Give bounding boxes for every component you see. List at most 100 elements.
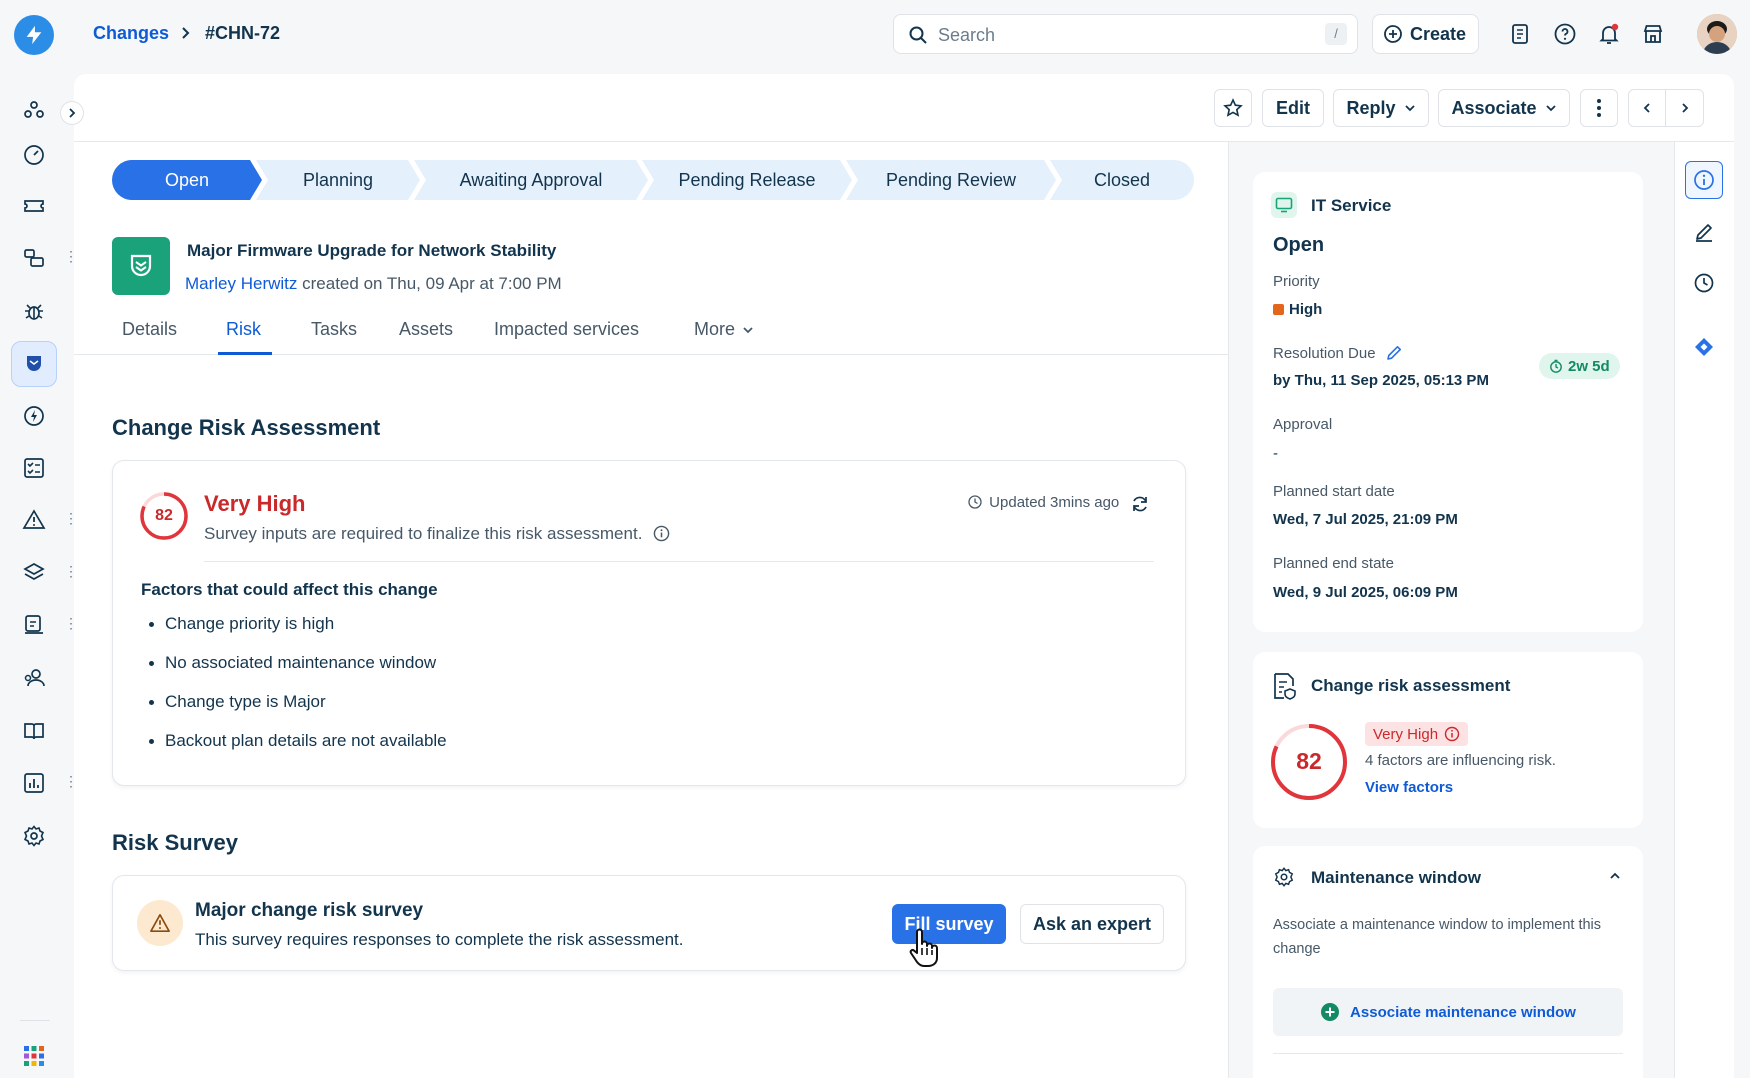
sidebar-item-knowledge[interactable] <box>14 711 54 751</box>
sidebar-item-dashboard[interactable] <box>14 135 54 175</box>
stage-pending-release[interactable]: Pending Release <box>642 160 852 200</box>
refresh-icon[interactable] <box>1130 494 1150 514</box>
sidebar-item-tasks[interactable] <box>14 448 54 488</box>
sidebar-item-requests[interactable] <box>14 238 54 278</box>
notes-button[interactable] <box>1685 213 1723 251</box>
dashboard-gauge-icon <box>24 145 44 165</box>
more-actions-button[interactable] <box>1580 89 1618 127</box>
sidebar-item-problems[interactable] <box>14 291 54 331</box>
sidebar-item-settings[interactable] <box>14 816 54 856</box>
sidebar-expand-button[interactable] <box>60 101 84 125</box>
search-input[interactable]: Search / <box>893 14 1358 54</box>
ticket-content: Open Planning Awaiting Approval Pending … <box>74 142 1228 1078</box>
ticket-list-icon[interactable] <box>1509 22 1533 46</box>
timer-icon <box>1550 359 1562 373</box>
list-item: Change priority is high <box>149 614 447 653</box>
main-panel: Edit Reply Associate Open Planning Await… <box>74 74 1748 1078</box>
end-date-value: Wed, 9 Jul 2025, 06:09 PM <box>1273 584 1458 601</box>
tab-impacted-services[interactable]: Impacted services <box>494 319 639 340</box>
view-factors-link[interactable]: View factors <box>1365 779 1453 796</box>
list-item: Change type is Major <box>149 692 447 731</box>
properties-panel: IT Service Open Priority High Resolution… <box>1228 142 1748 1078</box>
risk-level-badge-text: Very High <box>1373 725 1439 743</box>
tab-risk[interactable]: Risk <box>226 319 261 340</box>
next-ticket-button[interactable] <box>1666 90 1703 126</box>
stage-open[interactable]: Open <box>112 160 262 200</box>
gear-icon <box>23 825 45 847</box>
ticket-toolbar: Edit Reply Associate <box>74 74 1734 142</box>
edit-button[interactable]: Edit <box>1262 89 1324 127</box>
created-text: created on Thu, 09 Apr at 7:00 PM <box>302 274 562 293</box>
bug-icon <box>25 304 43 320</box>
ask-expert-button[interactable]: Ask an expert <box>1020 904 1164 944</box>
risk-factors-count: 4 factors are influencing risk. <box>1365 752 1556 769</box>
factors-heading: Factors that could affect this change <box>141 580 438 599</box>
notification-bell-icon[interactable] <box>1597 22 1621 46</box>
tab-assets[interactable]: Assets <box>399 319 453 340</box>
marketplace-store-icon[interactable] <box>1641 22 1665 46</box>
sidebar-item-tickets[interactable] <box>14 186 54 226</box>
author-link[interactable]: Marley Herwitz <box>185 274 297 293</box>
activity-history-button[interactable] <box>1685 264 1723 302</box>
start-date-label: Planned start date <box>1273 483 1395 500</box>
sidebar-item-releases[interactable] <box>14 396 54 436</box>
pencil-icon <box>1696 224 1712 242</box>
tab-more[interactable]: More <box>694 319 754 340</box>
properties-card: IT Service Open Priority High Resolution… <box>1253 172 1643 632</box>
survey-subtitle: This survey requires responses to comple… <box>195 930 684 949</box>
app-switcher-grid-icon[interactable] <box>14 1036 54 1076</box>
breadcrumb-changes-link[interactable]: Changes <box>93 23 169 44</box>
associate-maintenance-button[interactable]: Associate maintenance window <box>1273 988 1623 1036</box>
stage-closed[interactable]: Closed <box>1050 160 1194 200</box>
favorite-button[interactable] <box>1214 89 1252 127</box>
sidebar-item-contracts[interactable] <box>14 605 54 645</box>
help-icon[interactable] <box>1553 22 1577 46</box>
plus-circle-icon <box>1384 25 1402 43</box>
sidebar-item-reports[interactable] <box>14 763 54 803</box>
checklist-icon <box>24 458 44 478</box>
divider <box>204 561 1154 562</box>
factors-list: Change priority is high No associated ma… <box>149 614 447 770</box>
tab-tasks[interactable]: Tasks <box>311 319 357 340</box>
analytics-icon <box>24 773 44 793</box>
details-info-button[interactable] <box>1685 161 1723 199</box>
sidebar-item-alerts[interactable] <box>14 500 54 540</box>
risk-subtitle-text: Survey inputs are required to finalize t… <box>204 524 643 543</box>
maintenance-description: Associate a maintenance window to implem… <box>1273 917 1602 957</box>
sidebar-item-users[interactable] <box>14 658 54 698</box>
service-name: IT Service <box>1311 196 1392 215</box>
stage-planning[interactable]: Planning <box>256 160 420 200</box>
active-tab-indicator <box>218 352 272 355</box>
collapse-chevron-up-icon[interactable] <box>1609 872 1621 880</box>
sidebar-divider <box>20 1020 50 1021</box>
jira-integration-button[interactable] <box>1685 328 1723 366</box>
associate-button[interactable]: Associate <box>1438 89 1570 127</box>
stage-awaiting-approval[interactable]: Awaiting Approval <box>414 160 648 200</box>
end-date-label: Planned end state <box>1273 555 1394 572</box>
edit-pencil-icon[interactable] <box>1385 344 1403 362</box>
warning-icon <box>137 900 183 946</box>
create-button[interactable]: Create <box>1372 14 1479 54</box>
risk-level-badge: Very High <box>1365 722 1469 746</box>
breadcrumb-current: #CHN-72 <box>205 23 281 43</box>
maintenance-window-card: Maintenance window Associate a maintenan… <box>1253 846 1643 1078</box>
previous-ticket-button[interactable] <box>1629 90 1667 126</box>
risk-survey-heading: Risk Survey <box>112 830 238 855</box>
sidebar-item-teams[interactable] <box>14 90 54 130</box>
reply-button[interactable]: Reply <box>1333 89 1429 127</box>
clock-icon <box>1694 273 1714 293</box>
clock-icon <box>968 495 982 509</box>
status-stepper: Open Planning Awaiting Approval Pending … <box>112 160 1194 200</box>
app-logo-icon[interactable] <box>14 15 54 55</box>
user-avatar[interactable] <box>1697 14 1737 54</box>
priority-value[interactable]: High <box>1289 301 1322 318</box>
sidebar-item-changes[interactable] <box>11 341 57 387</box>
risk-assessment-card: 82 Very High Survey inputs are required … <box>112 460 1186 786</box>
monitor-icon <box>1271 192 1297 218</box>
sidebar: ⋮ ⋮ ⋮ ⋮ ⋮ <box>0 68 78 1078</box>
stage-pending-review[interactable]: Pending Review <box>846 160 1056 200</box>
tab-details[interactable]: Details <box>122 319 177 340</box>
ticket-status: Open <box>1273 234 1325 256</box>
start-date-value: Wed, 7 Jul 2025, 21:09 PM <box>1273 511 1458 528</box>
sidebar-item-assets[interactable] <box>14 553 54 593</box>
